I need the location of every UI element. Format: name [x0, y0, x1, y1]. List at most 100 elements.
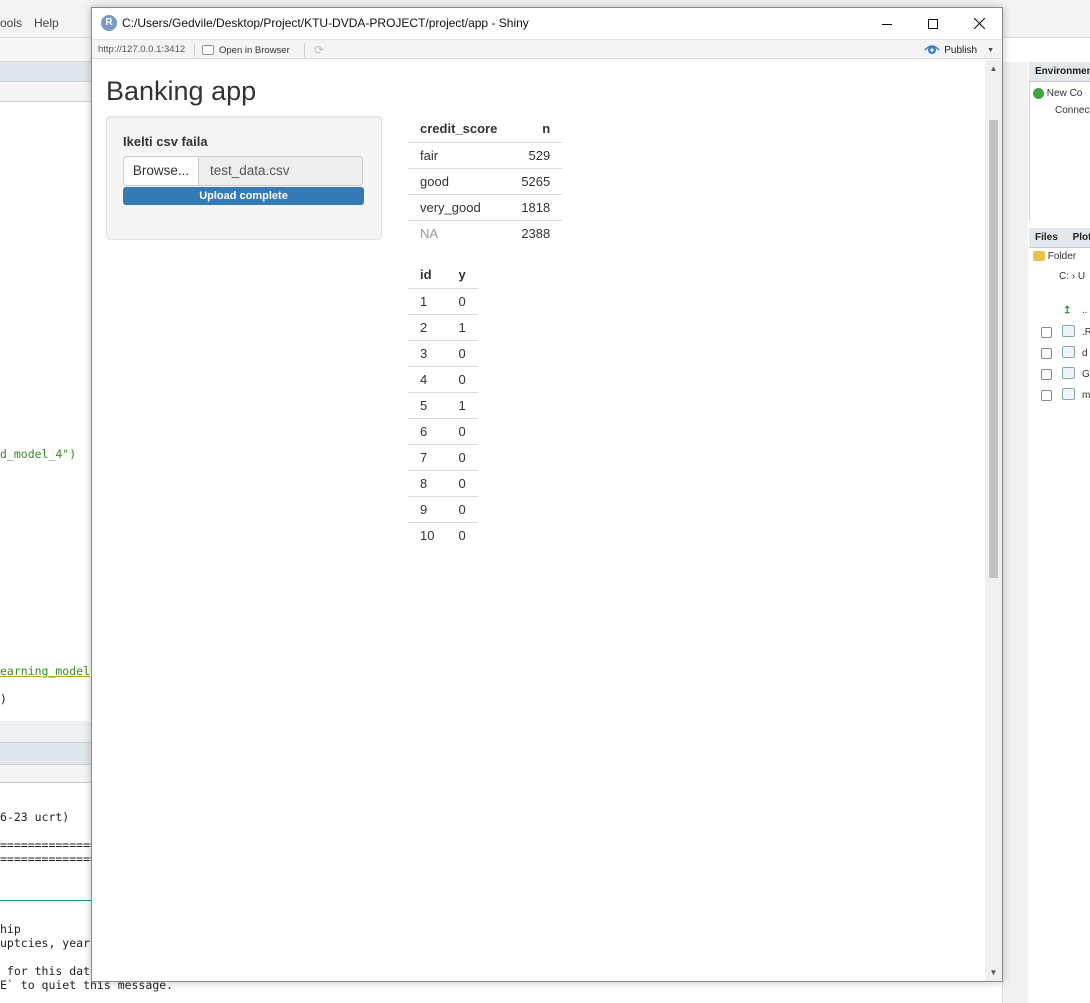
editor-subbar	[0, 82, 92, 102]
table-cell: 3	[408, 339, 447, 366]
publish-icon	[924, 45, 940, 54]
window-titlebar[interactable]: R C:/Users/Gedvile/Desktop/Project/KTU-D…	[92, 8, 1002, 39]
file-name[interactable]: d	[1082, 348, 1088, 359]
vertical-scrollbar[interactable]: ▲ ▼	[985, 60, 1002, 981]
table-row: very_good 1818	[408, 193, 563, 220]
code-line: )	[0, 692, 7, 706]
table-cell: 1	[446, 313, 478, 340]
table-row: 40	[408, 365, 478, 392]
console-subbar	[0, 765, 92, 783]
table-cell: 0	[446, 469, 478, 496]
table-row: 60	[408, 417, 478, 444]
table-cell: NA	[408, 219, 510, 246]
column-header-n: n	[509, 116, 563, 143]
menu-tools[interactable]: ools	[0, 16, 22, 30]
scroll-up-icon[interactable]: ▲	[985, 60, 1002, 77]
sidebar-panel: Ikelti csv faila Browse... test_data.csv…	[106, 116, 382, 240]
upload-progress-bar: Upload complete	[123, 187, 364, 205]
console-line: uptcies, year	[0, 936, 91, 950]
file-name[interactable]: G	[1082, 369, 1090, 380]
new-folder-button[interactable]: Folder	[1033, 251, 1076, 262]
console-line: hip	[0, 922, 21, 936]
table-cell: 0	[446, 443, 478, 470]
scrollbar-thumb[interactable]	[989, 120, 998, 578]
table-row: NA 2388	[408, 219, 563, 246]
files-tab[interactable]: Files	[1035, 232, 1058, 243]
table-cell: 0	[458, 293, 466, 309]
file-checkbox[interactable]	[1041, 327, 1052, 338]
console-line: ==============	[0, 838, 97, 852]
file-checkbox[interactable]	[1041, 369, 1052, 380]
file-checkbox[interactable]	[1041, 348, 1052, 359]
table-row: 30	[408, 339, 478, 366]
page-title: Banking app	[106, 76, 257, 106]
table-row: 10	[408, 288, 478, 314]
publish-label: Publish	[944, 44, 978, 56]
refresh-icon[interactable]: ⟳	[312, 43, 326, 57]
path-breadcrumb[interactable]: C: › U	[1059, 271, 1085, 282]
files-tab-bar: Files Plot	[1029, 228, 1090, 248]
r-logo-icon: R	[101, 15, 117, 31]
table-cell: 10	[408, 521, 447, 548]
table-header-row: id y	[408, 262, 478, 289]
menu-help[interactable]: Help	[34, 16, 59, 30]
table-cell: 0	[446, 365, 478, 392]
file-name[interactable]: m	[1082, 390, 1090, 401]
maximize-icon	[928, 18, 938, 29]
minimize-icon	[882, 23, 892, 25]
r-file-icon	[1062, 388, 1075, 400]
table-cell: 1818	[509, 193, 563, 220]
console-divider	[0, 900, 92, 901]
code-line: earning_model	[0, 664, 91, 678]
up-arrow-icon[interactable]: ↥	[1063, 305, 1071, 316]
scroll-down-icon[interactable]: ▼	[985, 964, 1002, 981]
table-cell: very_good	[408, 193, 510, 220]
table-cell: 8	[408, 469, 447, 496]
file-checkbox[interactable]	[1041, 390, 1052, 401]
table-cell: 1	[446, 391, 478, 418]
browse-button[interactable]: Browse...	[123, 156, 199, 186]
file-name-field[interactable]: test_data.csv	[199, 156, 363, 186]
close-button[interactable]	[956, 8, 1002, 39]
table-cell: 0	[446, 417, 478, 444]
table-row: 51	[408, 391, 478, 418]
table-cell: 0	[446, 339, 478, 366]
table-cell: 2388	[509, 219, 563, 246]
table-row: 70	[408, 443, 478, 470]
table-cell: fair	[420, 147, 439, 163]
column-header-credit-score: credit_score	[408, 116, 510, 143]
table-row: 90	[408, 495, 478, 522]
table-row: good 5265	[408, 167, 563, 194]
folder-icon	[1033, 251, 1045, 262]
table-cell: 7	[408, 443, 447, 470]
environment-tab[interactable]: Environmen	[1029, 62, 1090, 82]
column-header-y: y	[446, 262, 478, 289]
new-connection-button[interactable]: New Co	[1033, 88, 1082, 99]
publish-button[interactable]: Publish ▼	[924, 42, 994, 58]
console-line: ==============	[0, 852, 97, 866]
url-label: http://127.0.0.1:3412	[98, 44, 186, 55]
toolbar-separator	[194, 43, 195, 57]
maximize-button[interactable]	[910, 8, 956, 39]
file-name[interactable]: .R	[1082, 327, 1090, 338]
table-row: 10 0	[408, 521, 478, 548]
browser-icon	[202, 45, 214, 55]
connections-header: Connect	[1055, 105, 1090, 116]
plus-icon	[1033, 88, 1044, 99]
table-cell: 4	[408, 365, 447, 392]
open-in-browser-button[interactable]: Open in Browser	[202, 43, 290, 57]
viewer-toolbar: http://127.0.0.1:3412 Open in Browser ⟳ …	[92, 39, 1002, 59]
code-line: d_model_4")	[0, 447, 77, 461]
shiny-window: R C:/Users/Gedvile/Desktop/Project/KTU-D…	[91, 7, 1003, 982]
pane-splitter[interactable]	[1002, 62, 1028, 1003]
console-line: for this dat	[0, 964, 91, 978]
file-input[interactable]: Browse... test_data.csv	[123, 156, 363, 186]
table-header-row: credit_score n	[408, 116, 563, 143]
app-viewport: Banking app Ikelti csv faila Browse... t…	[92, 60, 1002, 981]
plots-tab[interactable]: Plot	[1073, 232, 1090, 243]
close-icon	[973, 18, 985, 29]
chevron-down-icon[interactable]: ▼	[987, 47, 994, 54]
minimize-button[interactable]	[864, 8, 910, 39]
table-row: 21	[408, 313, 478, 340]
up-dir-link[interactable]: ..	[1082, 305, 1088, 316]
